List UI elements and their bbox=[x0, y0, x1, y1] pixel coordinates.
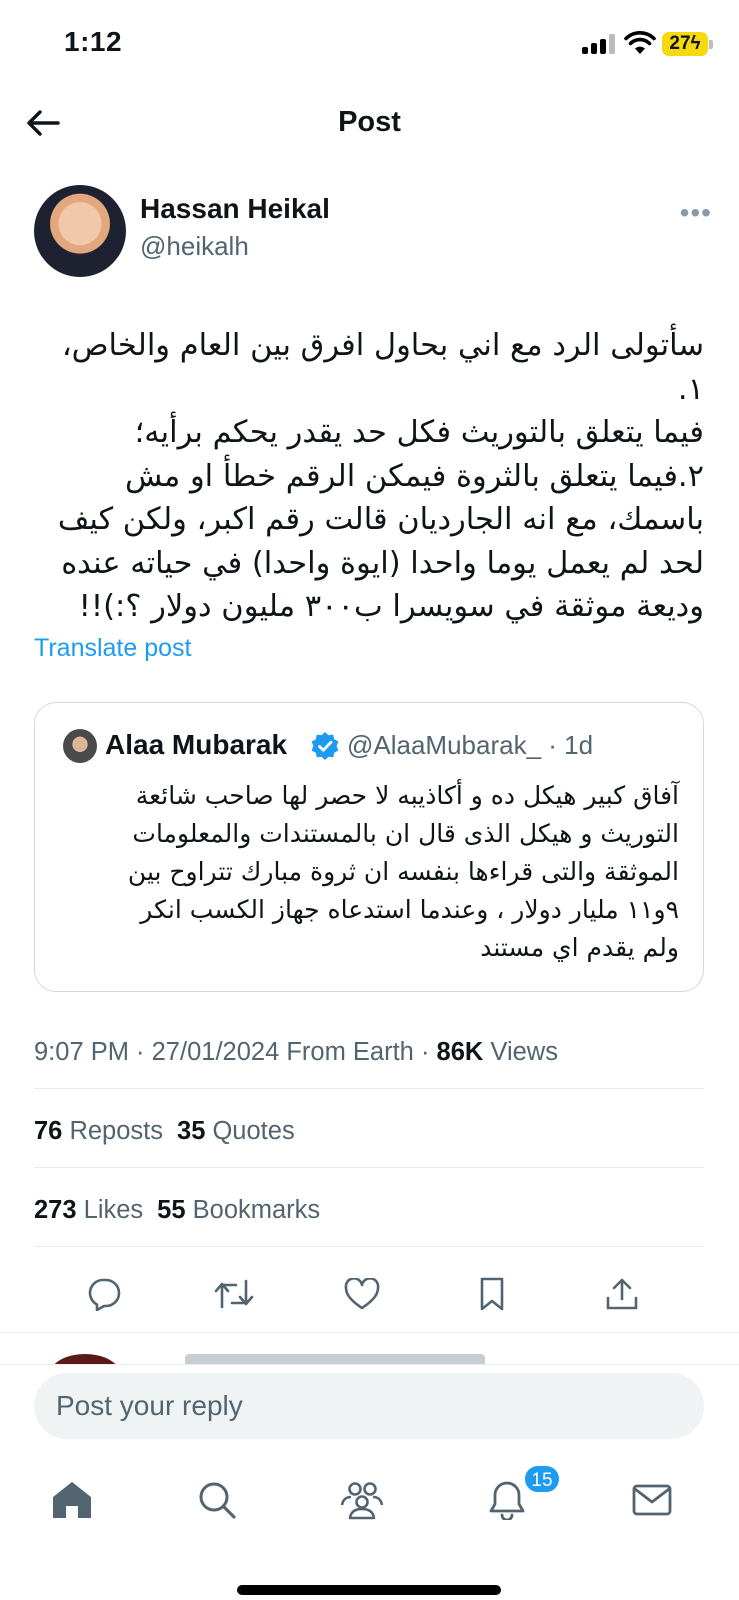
reply-author-placeholder bbox=[185, 1354, 485, 1364]
post-meta: 9:07 PM · 27/01/2024 From Earth · 86K Vi… bbox=[34, 1038, 558, 1067]
divider bbox=[0, 1332, 739, 1333]
post-timestamp: 9:07 PM · 27/01/2024 From Earth · bbox=[34, 1038, 437, 1066]
author-avatar[interactable] bbox=[34, 185, 126, 277]
reposts-stat[interactable]: 76 Reposts bbox=[34, 1117, 163, 1145]
battery-indicator: 27ϟ bbox=[662, 32, 708, 56]
status-bar: 1:12 27ϟ bbox=[0, 0, 739, 90]
wifi-icon bbox=[624, 31, 656, 54]
tab-messages[interactable] bbox=[628, 1476, 676, 1524]
quotes-label: Quotes bbox=[205, 1117, 295, 1145]
battery-level: 27 bbox=[669, 33, 691, 54]
quoted-text: آفاق كبير هيكل ده و أكاذيبه لا حصر لها ص… bbox=[127, 781, 679, 962]
likes-count: 273 bbox=[34, 1196, 77, 1224]
post-header: Post bbox=[0, 92, 739, 158]
bookmarks-count: 55 bbox=[157, 1196, 186, 1224]
bookmark-icon bbox=[480, 1277, 504, 1311]
likes-label: Likes bbox=[76, 1196, 144, 1224]
reply-avatar bbox=[50, 1354, 120, 1364]
bookmarks-stat[interactable]: 55 Bookmarks bbox=[157, 1196, 320, 1224]
reply-icon bbox=[88, 1278, 121, 1311]
post-text: سأتولى الرد مع اني بحاول افرق بين العام … bbox=[57, 328, 704, 624]
cellular-signal-icon bbox=[582, 34, 618, 54]
reposts-label: Reposts bbox=[62, 1117, 164, 1145]
divider bbox=[34, 1167, 704, 1168]
quotes-count: 35 bbox=[177, 1117, 206, 1145]
search-icon bbox=[199, 1482, 236, 1519]
share-icon bbox=[606, 1278, 638, 1310]
reposts-count: 76 bbox=[34, 1117, 63, 1145]
notifications-icon bbox=[489, 1481, 525, 1520]
home-icon bbox=[53, 1482, 91, 1518]
likes-stat[interactable]: 273 Likes bbox=[34, 1196, 143, 1224]
bottom-tab-bar: 15 bbox=[0, 1464, 739, 1600]
notifications-badge: 15 bbox=[523, 1464, 561, 1494]
tab-search[interactable] bbox=[193, 1476, 241, 1524]
reply-bar: Post your reply bbox=[0, 1364, 739, 1464]
quoted-author-name: Alaa Mubarak bbox=[105, 729, 288, 760]
tab-home[interactable] bbox=[48, 1476, 96, 1524]
verified-icon bbox=[311, 732, 339, 760]
more-icon[interactable]: ••• bbox=[680, 197, 712, 229]
author-row: Hassan Heikal @heikalh ••• bbox=[34, 185, 714, 279]
repost-button[interactable] bbox=[214, 1274, 254, 1314]
author-handle[interactable]: @heikalh bbox=[140, 231, 249, 262]
home-indicator bbox=[237, 1585, 501, 1595]
next-reply-peek bbox=[0, 1350, 739, 1364]
views-label: Views bbox=[483, 1038, 558, 1066]
quoted-handle-time: @AlaaMubarak_ · 1d bbox=[347, 730, 594, 760]
author-name[interactable]: Hassan Heikal bbox=[140, 193, 330, 225]
charging-icon: ϟ bbox=[690, 33, 701, 54]
status-time: 1:12 bbox=[64, 26, 123, 57]
divider bbox=[34, 1246, 704, 1247]
messages-icon bbox=[632, 1484, 672, 1516]
tab-communities[interactable] bbox=[338, 1476, 386, 1524]
repost-icon bbox=[214, 1279, 254, 1309]
reply-input[interactable]: Post your reply bbox=[34, 1373, 704, 1439]
translate-post-link[interactable]: Translate post bbox=[34, 634, 191, 663]
quoted-author-avatar bbox=[63, 729, 97, 763]
share-button[interactable] bbox=[602, 1274, 642, 1314]
post-actions bbox=[0, 1274, 739, 1324]
quoted-post[interactable]: Alaa Mubarak @AlaaMubarak_ · 1d آفاق كبي… bbox=[34, 702, 704, 992]
quotes-stat[interactable]: 35 Quotes bbox=[177, 1117, 295, 1145]
page-title: Post bbox=[338, 106, 401, 138]
communities-icon bbox=[340, 1482, 384, 1520]
reply-button[interactable] bbox=[84, 1274, 124, 1314]
bookmark-button[interactable] bbox=[472, 1274, 512, 1314]
like-button[interactable] bbox=[342, 1274, 382, 1314]
divider bbox=[34, 1088, 704, 1089]
engagement-row-2: 273 Likes 55 Bookmarks bbox=[34, 1196, 320, 1225]
battery-cap bbox=[709, 40, 713, 49]
engagement-row-1: 76 Reposts 35 Quotes bbox=[34, 1117, 295, 1146]
like-icon bbox=[344, 1278, 380, 1310]
bookmarks-label: Bookmarks bbox=[185, 1196, 321, 1224]
views-count: 86K bbox=[436, 1038, 484, 1066]
